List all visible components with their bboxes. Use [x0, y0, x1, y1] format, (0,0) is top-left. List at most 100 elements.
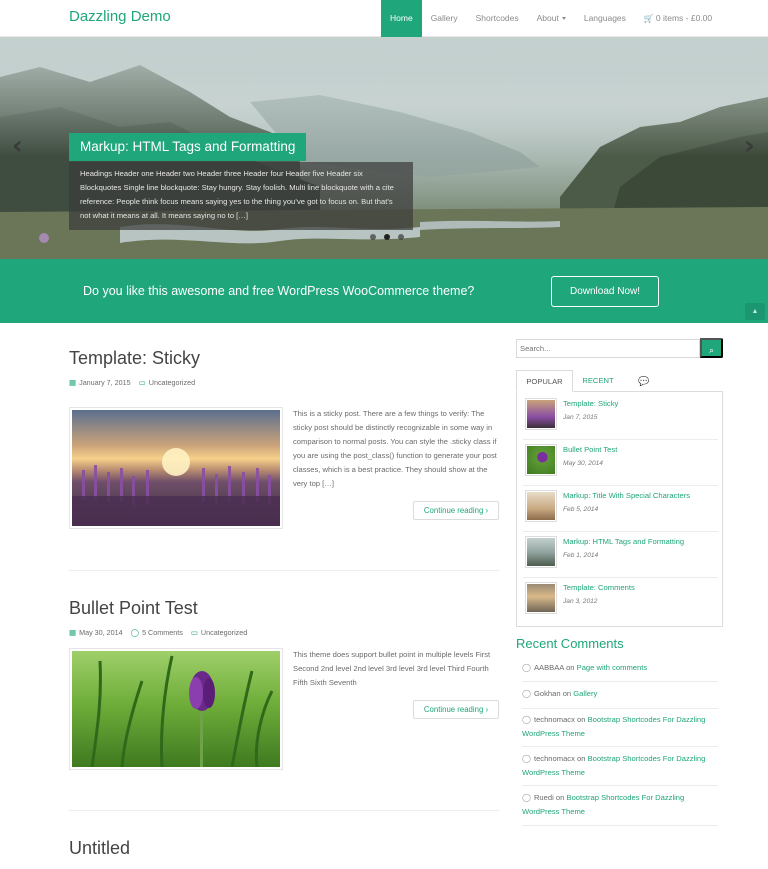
post-thumbnail[interactable] [69, 407, 283, 529]
continue-reading-button[interactable]: Continue reading › [413, 501, 499, 520]
comment-icon: ◯ [522, 754, 531, 763]
comment-icon: ◯ [522, 715, 531, 724]
continue-reading-label: Continue reading [423, 506, 484, 515]
popular-post-title[interactable]: Template: Comments [563, 583, 635, 592]
slider-indicators [370, 234, 404, 240]
search-input[interactable] [516, 339, 700, 358]
chevron-right-icon: › [485, 506, 489, 515]
recent-comments-heading: Recent Comments [516, 636, 624, 648]
slide-caption: Headings Header one Header two Header th… [69, 162, 413, 230]
popular-post-title[interactable]: Markup: HTML Tags and Formatting [563, 537, 684, 546]
post-category[interactable]: Uncategorized [201, 628, 247, 637]
comment-author: technomacx [533, 715, 575, 724]
list-item: ◯ AABBAA on Page with comments [522, 661, 718, 682]
continue-reading-label: Continue reading [423, 705, 484, 714]
comment-author: AABBAA [533, 663, 564, 672]
post-comments[interactable]: 5 Comments [142, 628, 183, 637]
comment-author: Ruedi [533, 793, 554, 802]
list-item[interactable]: Markup: Title With Special Characters Fe… [523, 488, 718, 532]
comment-icon: ◯ [522, 689, 531, 698]
crocus-flower-image [90, 655, 274, 767]
chevron-right-icon: › [485, 705, 489, 714]
continue-reading-button[interactable]: Continue reading › [413, 700, 499, 719]
list-item[interactable]: Template: Sticky Jan 7, 2015 [523, 396, 718, 440]
top-navbar: Dazzling Demo Home Gallery Shortcodes Ab… [0, 0, 768, 37]
nav-item-shortcodes[interactable]: Shortcodes [467, 0, 528, 37]
cart-icon: 🛒 [643, 14, 654, 23]
post-category[interactable]: Uncategorized [149, 378, 195, 387]
tab-recent[interactable]: RECENT [576, 370, 620, 392]
popular-post-title[interactable]: Markup: Title With Special Characters [563, 491, 690, 500]
comment-on: on [577, 754, 586, 763]
popular-post-title[interactable]: Template: Sticky [563, 399, 618, 408]
slider-dot-2[interactable] [384, 234, 390, 240]
sidebar-tabs: POPULAR RECENT 💬 [516, 370, 723, 392]
post-date[interactable]: January 7, 2015 [79, 378, 131, 387]
popular-thumb[interactable] [525, 582, 557, 614]
popular-post-date: Feb 1, 2014 [563, 552, 599, 559]
nav-item-about[interactable]: About [528, 0, 575, 37]
hero-slider: Markup: HTML Tags and Formatting Heading… [0, 37, 768, 259]
comment-icon: ◯ [130, 628, 140, 637]
site-brand[interactable]: Dazzling Demo [69, 8, 171, 25]
slider-dot-1[interactable] [370, 234, 376, 240]
cta-text: Do you like this awesome and free WordPr… [83, 284, 475, 298]
folder-icon: ▭ [190, 628, 198, 637]
tab-comments-icon[interactable]: 💬 [629, 370, 659, 392]
post-date[interactable]: May 30, 2014 [79, 628, 123, 637]
popular-thumb[interactable] [525, 490, 557, 522]
post-excerpt: This theme does support bullet point in … [293, 650, 491, 687]
post-title[interactable]: Bullet Point Test [69, 598, 198, 619]
slider-next-icon[interactable]: › [744, 131, 755, 161]
post-meta: ▦ May 30, 2014 ◯ 5 Comments ▭ Uncategori… [69, 628, 247, 637]
cart-summary: 0 items - £0.00 [655, 13, 713, 23]
post-title[interactable]: Template: Sticky [69, 348, 200, 369]
popular-posts-list: Template: Sticky Jan 7, 2015 Bullet Poin… [516, 392, 723, 627]
popular-post-date: May 30, 2014 [563, 460, 603, 467]
list-item: ◯ technomacx on Bootstrap Shortcodes For … [522, 752, 718, 786]
list-item[interactable]: Template: Comments Jan 3, 2012 [523, 580, 718, 624]
download-now-button[interactable]: Download Now! [551, 276, 659, 307]
nav-item-gallery[interactable]: Gallery [422, 0, 467, 37]
slider-prev-icon[interactable]: ‹ [12, 131, 23, 161]
nav-item-about-label: About [536, 13, 559, 23]
comment-icon: ◯ [522, 663, 531, 672]
list-item: ◯ technomacx on Bootstrap Shortcodes For … [522, 713, 718, 747]
comment-on: on [562, 689, 572, 698]
post-meta: ▦ January 7, 2015 ▭ Uncategorized [69, 378, 195, 387]
cta-band: Do you like this awesome and free WordPr… [0, 259, 768, 323]
comment-post-link[interactable]: Page with comments [577, 663, 647, 672]
popular-thumb[interactable] [525, 398, 557, 430]
popular-post-date: Jan 3, 2012 [563, 598, 598, 605]
post-divider [69, 810, 499, 811]
nav-item-home[interactable]: Home [381, 0, 422, 37]
slide-title[interactable]: Markup: HTML Tags and Formatting [69, 133, 307, 161]
slider-dot-3[interactable] [398, 234, 404, 240]
comment-on: on [566, 663, 575, 672]
list-item: ◯ Gokhan on Gallery [522, 687, 718, 709]
list-item[interactable]: Bullet Point Test May 30, 2014 [523, 442, 718, 486]
main-nav: Home Gallery Shortcodes About Languages … [381, 0, 721, 37]
popular-post-date: Feb 5, 2014 [563, 506, 599, 513]
comment-on: on [577, 715, 586, 724]
popular-thumb[interactable] [525, 536, 557, 568]
post-title[interactable]: Untitled [69, 838, 130, 859]
search-button[interactable]: ⌕ [700, 338, 723, 358]
post-thumbnail[interactable] [69, 648, 283, 770]
list-item: ◯ Ruedi on Bootstrap Shortcodes For Dazzl… [522, 791, 718, 826]
list-item[interactable]: Markup: HTML Tags and Formatting Feb 1, … [523, 534, 718, 578]
popular-post-date: Jan 7, 2015 [563, 414, 598, 421]
comment-post-link[interactable]: Gallery [573, 689, 597, 698]
scroll-to-top-icon[interactable]: ▲ [745, 303, 765, 320]
popular-thumb[interactable] [525, 444, 557, 476]
comment-on: on [555, 793, 565, 802]
nav-item-languages[interactable]: Languages [575, 0, 635, 37]
tab-popular[interactable]: POPULAR [516, 370, 573, 392]
nav-item-cart[interactable]: 🛒 0 items - £0.00 [635, 0, 721, 37]
post-excerpt: This is a sticky post. There are a few t… [293, 409, 497, 488]
popular-post-title[interactable]: Bullet Point Test [563, 445, 617, 454]
search-icon: ⌕ [708, 345, 715, 355]
folder-icon: ▭ [138, 378, 146, 387]
calendar-icon: ▦ [69, 378, 77, 387]
post-divider [69, 570, 499, 571]
